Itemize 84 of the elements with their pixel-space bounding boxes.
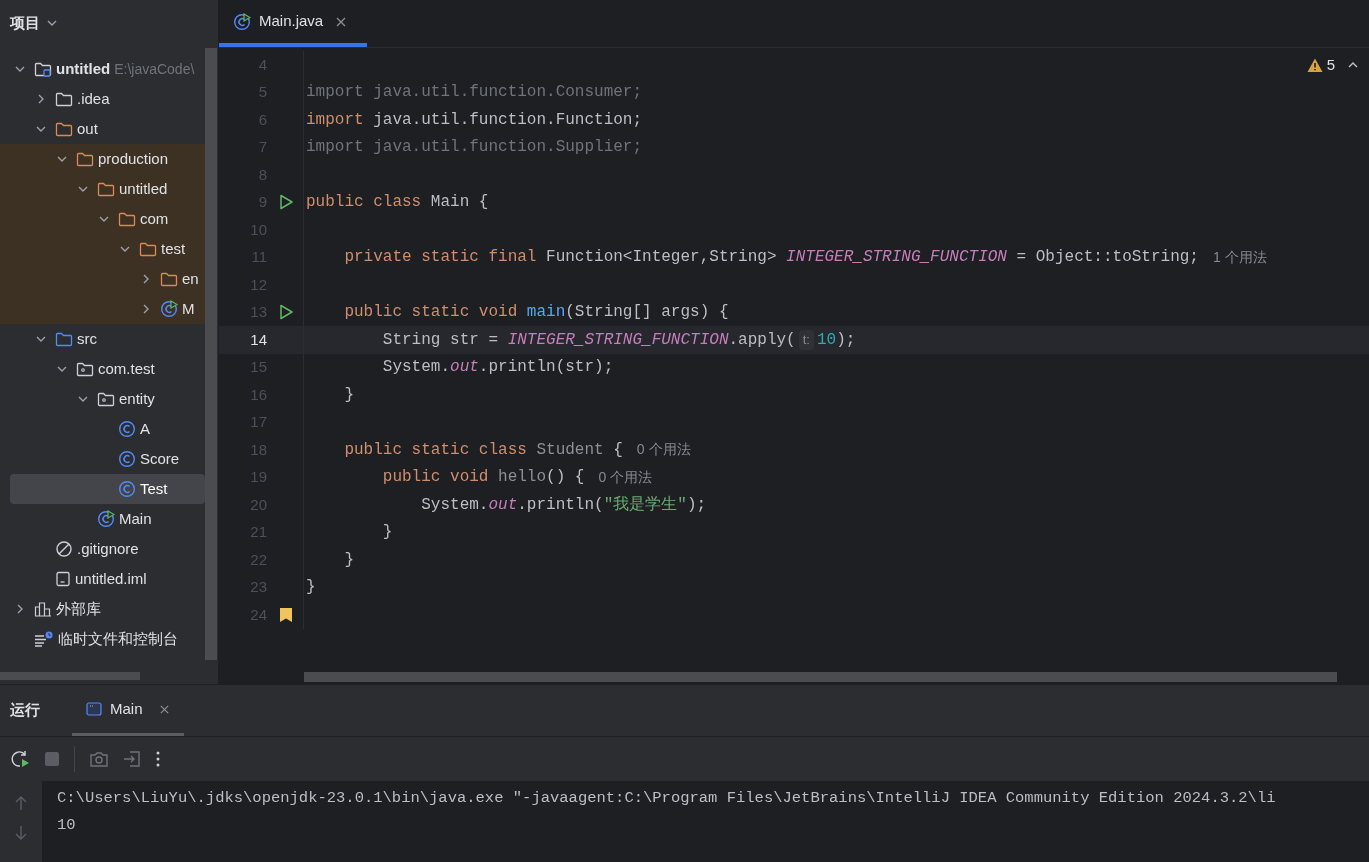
run-icon[interactable]: [278, 194, 294, 211]
module-path: E:\javaCode\: [114, 59, 195, 79]
main-class-icon: [233, 12, 251, 31]
code-text: import java.util.function.Consumer;: [306, 82, 643, 104]
tree-item[interactable]: entity: [10, 384, 205, 414]
more-icon[interactable]: [155, 750, 161, 768]
folder-icon: [97, 181, 115, 197]
tree-item[interactable]: untitled E:\javaCode\: [10, 54, 205, 84]
usage-hint[interactable]: 1 个用法: [1212, 246, 1267, 268]
class-icon: [118, 480, 136, 498]
tree-item[interactable]: com: [10, 204, 205, 234]
folder-icon: [76, 151, 94, 167]
code-text: import java.util.function.Supplier;: [306, 137, 643, 159]
code-text: 10);: [816, 329, 856, 351]
main-class-icon: [160, 300, 178, 318]
folder-icon: [118, 211, 136, 227]
code-text: public void hello() {: [381, 467, 585, 489]
class-icon: [118, 450, 136, 468]
code-text: String str = INTEGER_STRING_FUNCTION.apply(: [381, 329, 796, 351]
tree-item[interactable]: Test: [10, 474, 205, 504]
code-text: System.out.println(str);: [381, 357, 614, 379]
package-folder-icon: [97, 391, 115, 407]
code-text: public static class Student {: [343, 439, 623, 461]
tree-item[interactable]: com.test: [10, 354, 205, 384]
tree-item[interactable]: untitled.iml: [10, 564, 205, 594]
console-line: C:\Users\LiuYu\.jdks\openjdk-23.0.1\bin\java.exe "-javaagent:C:\Program Files\JetBrains\IntelliJ IDEA Community Edition 2024.3.2\li: [57, 788, 1277, 809]
code-text: }: [381, 522, 393, 544]
warning-icon: [1306, 57, 1323, 73]
tree-item[interactable]: src: [10, 324, 205, 354]
scratches-icon: [34, 631, 54, 647]
code-text: private static final Function<Integer,String> INTEGER_STRING_FUNCTION = Object::toString;: [343, 247, 1199, 269]
close-icon[interactable]: [158, 703, 170, 715]
code-text: }: [343, 384, 354, 406]
horizontal-scrollbar[interactable]: [304, 672, 1337, 682]
code-text: public static void main(String[] args) {: [343, 302, 729, 324]
tree-item[interactable]: test: [10, 234, 205, 264]
code-text: }: [306, 577, 316, 599]
console-line: 10: [57, 815, 77, 836]
code-text: import java.util.function.Function;: [306, 109, 643, 131]
ignore-file-icon: [55, 540, 73, 558]
tree-item[interactable]: untitled: [10, 174, 205, 204]
run-tab[interactable]: Main: [72, 685, 184, 736]
tree-item[interactable]: A: [10, 414, 205, 444]
library-icon: [34, 601, 52, 617]
usage-hint[interactable]: 0 个用法: [598, 466, 653, 488]
vertical-scrollbar[interactable]: [205, 48, 217, 660]
tree-item[interactable]: Score: [10, 444, 205, 474]
tree-item[interactable]: .gitignore: [10, 534, 205, 564]
panel-title[interactable]: 项目: [10, 11, 40, 35]
close-icon[interactable]: [335, 15, 348, 28]
tree-item[interactable]: production: [10, 144, 205, 174]
exit-icon[interactable]: [123, 750, 141, 768]
main-class-icon: [97, 510, 115, 528]
folder-icon: [139, 241, 157, 257]
file-icon: [55, 571, 71, 587]
parameter-hint: t:: [798, 330, 814, 350]
folder-icon: [55, 121, 73, 137]
usage-hint[interactable]: 0 个用法: [636, 439, 691, 461]
tree-item[interactable]: out: [10, 114, 205, 144]
folder-icon: [55, 91, 73, 107]
tree-item[interactable]: 临时文件和控制台: [10, 624, 205, 654]
editor-tab[interactable]: Main.java: [219, 0, 367, 47]
bookmark-icon[interactable]: [279, 606, 293, 623]
class-icon: [118, 420, 136, 438]
line-number: 14: [250, 330, 267, 348]
package-folder-icon: [76, 361, 94, 377]
rerun-icon[interactable]: [10, 749, 30, 769]
tree-item[interactable]: .idea: [10, 84, 205, 114]
folder-icon: [160, 271, 178, 287]
warning-count[interactable]: 5: [1306, 54, 1335, 77]
horizontal-scrollbar[interactable]: [0, 672, 140, 680]
run-icon[interactable]: [278, 304, 294, 321]
tree-item[interactable]: Main: [10, 504, 205, 534]
code-text: System.out.println("我是学生");: [420, 494, 707, 516]
tree-item[interactable]: 外部库: [10, 594, 205, 624]
tree-item[interactable]: M: [10, 294, 205, 324]
folder-icon: [55, 331, 73, 347]
camera-icon[interactable]: [89, 750, 109, 768]
panel-title: 运行: [9, 700, 41, 721]
code-text: }: [343, 549, 354, 571]
tree-item[interactable]: en: [10, 264, 205, 294]
module-folder-icon: [34, 61, 52, 77]
code-text: public class Main {: [306, 192, 489, 214]
console-icon: [86, 702, 102, 716]
